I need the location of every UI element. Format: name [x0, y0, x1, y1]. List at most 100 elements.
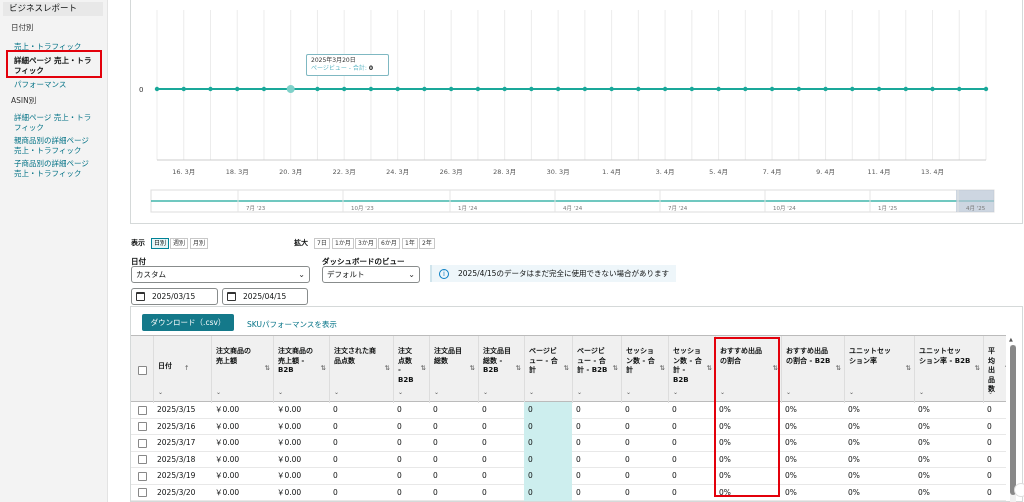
chevron-down-icon[interactable]: ⌄: [919, 388, 924, 398]
sort-icon[interactable]: ⇅: [470, 364, 475, 374]
row-checkbox[interactable]: [138, 438, 147, 448]
column-header[interactable]: セッショ ン数 - 合計 - B2B ⇅ ⌄: [668, 336, 715, 403]
column-header[interactable]: 日付 ↑ ⌄: [153, 336, 211, 403]
info-alert: i 2025/4/15のデータはまだ完全に使用できない場合があります: [430, 265, 676, 282]
column-header-text: ン数 - 合: [626, 356, 655, 365]
chevron-down-icon[interactable]: ⌄: [434, 388, 439, 398]
column-header[interactable]: 注文商品の 売上額 ⇅ ⌄: [211, 336, 273, 403]
sort-icon[interactable]: ⇅: [906, 364, 911, 374]
dashboard-view-select[interactable]: デフォルト ⌄: [322, 266, 420, 283]
x-tick-label: 30. 3月: [547, 168, 570, 176]
column-header[interactable]: セッショ ン数 - 合計 ⇅ ⌄: [621, 336, 668, 403]
zoom-1y-button[interactable]: 1年: [402, 238, 418, 249]
column-header-text: ション率 - B2B: [919, 356, 971, 365]
row-checkbox[interactable]: [138, 471, 147, 481]
view-weekly-button[interactable]: 週別: [170, 238, 189, 249]
column-header[interactable]: 注文 点数 - B2B ⇅ ⌄: [393, 336, 429, 403]
row-checkbox[interactable]: [138, 422, 147, 431]
end-date-field[interactable]: 2025/04/15: [222, 288, 308, 305]
sort-icon[interactable]: ⇅: [1005, 364, 1006, 374]
feedback-button[interactable]: [1014, 483, 1024, 497]
chevron-down-icon[interactable]: ⌄: [626, 388, 631, 398]
chevron-down-icon[interactable]: ⌄: [216, 388, 221, 398]
row-checkbox[interactable]: [138, 488, 147, 497]
chevron-down-icon[interactable]: ⌄: [673, 388, 678, 398]
table-row: 2025/3/20 ￥0.00 ￥0.00 0 0 0 0 0 0 0 0 0% 0% 0% 0% 0: [131, 484, 1006, 501]
column-header[interactable]: 注文商品の 売上額 - B2B ⇅ ⌄: [273, 336, 329, 403]
zoom-1m-button[interactable]: 1か月: [332, 238, 354, 249]
sort-icon[interactable]: ⇅: [564, 364, 569, 374]
row-checkbox[interactable]: [138, 455, 147, 464]
column-header-text: 注文された商: [334, 347, 376, 355]
sort-icon[interactable]: ⇅: [975, 364, 980, 374]
zoom-7d-button[interactable]: 7日: [314, 238, 330, 249]
sort-icon[interactable]: ⇅: [660, 364, 665, 374]
sidebar-item-asin-detail-page[interactable]: 詳細ページ 売上・トラ フィック: [14, 113, 91, 132]
sort-icon[interactable]: ⇅: [516, 364, 521, 374]
table-row: 2025/3/15 ￥0.00 ￥0.00 0 0 0 0 0 0 0 0 0% 0% 0% 0% 0: [131, 402, 1006, 419]
column-header[interactable]: 注文品目 総数 - B2B ⇅ ⌄: [478, 336, 524, 403]
view-monthly-button[interactable]: 月別: [190, 238, 209, 249]
data-point: [876, 86, 882, 92]
x-tick-label: 20. 3月: [279, 168, 302, 176]
zoom-6m-button[interactable]: 6か月: [378, 238, 400, 249]
data-point: [395, 86, 400, 92]
sort-icon[interactable]: ⇅: [265, 364, 270, 374]
chevron-down-icon[interactable]: ⌄: [786, 388, 791, 398]
scroll-up-arrow[interactable]: ▲: [1009, 337, 1013, 343]
table-cell: 0: [433, 438, 438, 447]
sku-performance-link[interactable]: SKUパフォーマンスを表示: [247, 319, 337, 330]
table-cell: 0%: [918, 405, 930, 414]
sidebar-item-performance[interactable]: パフォーマンス: [14, 80, 66, 90]
data-point: [341, 86, 347, 92]
chevron-down-icon[interactable]: ⌄: [483, 388, 488, 398]
zoom-3m-button[interactable]: 3か月: [355, 238, 377, 249]
table-cell: 0: [433, 421, 438, 431]
chevron-down-icon[interactable]: ⌄: [577, 388, 582, 398]
chevron-down-icon[interactable]: ⌄: [158, 388, 163, 398]
column-header-text: おすすめ出品: [786, 347, 828, 355]
download-csv-button[interactable]: ダウンロード（.csv）: [142, 314, 234, 331]
column-header-text: 注文品目: [483, 347, 511, 355]
chevron-down-icon[interactable]: ⌄: [334, 388, 339, 398]
column-header[interactable]: 注文された商 品点数 ⇅ ⌄: [329, 336, 393, 403]
select-all-checkbox[interactable]: [138, 366, 147, 375]
table-scrollbar[interactable]: [1010, 345, 1016, 502]
sidebar-item-child-detail-page[interactable]: 子商品別の詳細ページ 売上・トラフィック: [14, 159, 89, 178]
zoom-2y-button[interactable]: 2年: [419, 238, 435, 249]
column-header[interactable]: ページビ ュー - 合計 ⇅ ⌄: [524, 336, 572, 403]
table-cell: 0: [333, 487, 338, 497]
column-header[interactable]: ページビ ュー - 合計 - B2B ⇅ ⌄: [572, 336, 621, 403]
chevron-down-icon[interactable]: ⌄: [278, 388, 283, 398]
sort-icon[interactable]: ⇅: [613, 364, 618, 374]
data-point: [743, 86, 748, 92]
row-checkbox[interactable]: [138, 405, 147, 415]
navigator-tick-label: 1月 '25: [878, 205, 898, 212]
sort-icon[interactable]: ⇅: [421, 364, 426, 374]
sort-icon[interactable]: ⇅: [707, 364, 712, 374]
date-range-select[interactable]: カスタム ⌄: [131, 266, 310, 283]
sidebar-item-parent-detail-page[interactable]: 親商品別の詳細ページ 売上・トラフィック: [14, 136, 89, 155]
table-cell: 0: [397, 487, 402, 497]
view-daily-button[interactable]: 日別: [151, 238, 170, 249]
column-header[interactable]: 平均出品数⇅⌄: [983, 336, 1006, 403]
chevron-down-icon[interactable]: ⌄: [988, 388, 993, 398]
sort-icon[interactable]: ⇅: [385, 364, 390, 374]
chevron-down-icon[interactable]: ⌄: [398, 388, 403, 398]
table-cell: 0%: [785, 487, 797, 497]
start-date-field[interactable]: 2025/03/15: [131, 288, 218, 305]
column-header[interactable]: 注文品目 総数 ⇅ ⌄: [429, 336, 478, 403]
table-cell: 0: [482, 421, 487, 431]
column-header[interactable]: ユニットセッ ション率 ⇅ ⌄: [844, 336, 914, 403]
column-header-text: 計 - B2B: [577, 366, 608, 374]
sort-icon[interactable]: ⇅: [321, 364, 326, 374]
table-cell: 0%: [785, 405, 797, 414]
column-header[interactable]: おすすめ出品 の割合 - B2B ⇅ ⌄: [781, 336, 844, 403]
scrollbar-thumb[interactable]: [1010, 345, 1016, 495]
sort-ascending-icon[interactable]: ↑: [184, 364, 189, 374]
chevron-down-icon[interactable]: ⌄: [849, 388, 854, 398]
data-point: [769, 86, 775, 92]
chevron-down-icon[interactable]: ⌄: [529, 388, 534, 398]
column-header[interactable]: ユニットセッ ション率 - B2B ⇅ ⌄: [914, 336, 983, 403]
sort-icon[interactable]: ⇅: [836, 364, 841, 374]
